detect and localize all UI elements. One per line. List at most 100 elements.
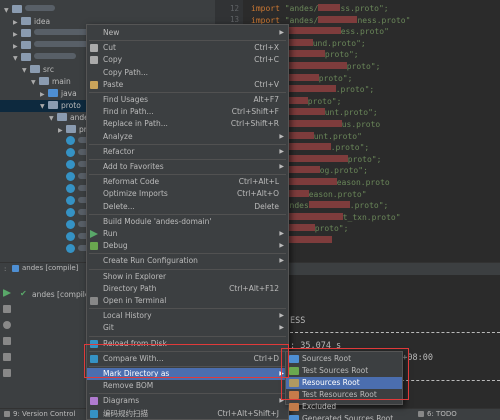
submenu-arrow-icon: ▶ xyxy=(279,230,284,237)
menu-item-label: Run xyxy=(103,229,118,238)
folder-icon xyxy=(289,379,299,387)
menu-item-find-usages[interactable]: Find Usages Alt+F7 xyxy=(87,94,288,106)
submenu-item-excluded[interactable]: Excluded xyxy=(286,401,402,413)
paste-icon xyxy=(90,80,98,89)
string-literal: ess.proto" xyxy=(340,27,389,37)
menu-item-run[interactable]: Run ▶ xyxy=(87,228,288,240)
menu-item-build-module-andes-domain[interactable]: Build Module 'andes-domain' xyxy=(87,216,288,228)
menu-item-find-in-path[interactable]: Find in Path... Ctrl+Shift+F xyxy=(87,106,288,118)
string-literal: og.proto"; xyxy=(319,166,368,176)
run-tree-item[interactable]: andes [compile] xyxy=(32,290,92,299)
submenu-arrow-icon: ▶ xyxy=(279,163,284,170)
string-literal: eason.proto xyxy=(336,178,390,187)
redacted-text xyxy=(284,236,332,243)
redacted-text xyxy=(318,4,341,11)
menu-separator xyxy=(89,213,286,215)
run-tab-label[interactable]: andes [compile] xyxy=(22,264,78,272)
mark-directory-submenu[interactable]: Sources Root Test Sources Root Resources R… xyxy=(285,351,403,420)
folder-icon xyxy=(57,113,67,121)
submenu-item-label: Resources Root xyxy=(302,378,360,387)
menu-item-reformat-code[interactable]: Reformat Code Ctrl+Alt+L xyxy=(87,176,288,188)
redacted-text xyxy=(284,143,331,151)
submenu-item-test-resources-root[interactable]: Test Resources Root xyxy=(286,389,402,401)
rerun-icon[interactable] xyxy=(3,289,11,297)
menu-item-diagrams[interactable]: Diagrams ▶ xyxy=(87,395,288,407)
menu-separator xyxy=(89,268,286,270)
string-literal: ss.proto"; xyxy=(340,4,389,13)
redacted-text xyxy=(284,212,343,220)
menu-item-remove-bom[interactable]: Remove BOM xyxy=(87,380,288,392)
submenu-item-sources-root[interactable]: Sources Root xyxy=(286,353,402,365)
success-check-icon: ✔ xyxy=(20,289,27,298)
string-literal: unt.proto"; xyxy=(324,108,378,118)
menu-item-label: Cut xyxy=(103,43,116,53)
string-literal: proto"; xyxy=(307,96,342,106)
menu-item-new[interactable]: New ▶ xyxy=(87,27,288,39)
menu-item-delete[interactable]: Delete... Delete xyxy=(87,201,288,213)
layout-icon[interactable] xyxy=(3,353,11,361)
submenu-arrow-icon: ▶ xyxy=(279,242,284,250)
submenu-item-test-sources-root[interactable]: Test Sources Root xyxy=(286,365,402,377)
folder-icon xyxy=(21,17,31,25)
menu-item-cut[interactable]: Cut Ctrl+X xyxy=(87,42,288,54)
menu-item-analyze[interactable]: Analyze ▶ xyxy=(87,131,288,143)
stop-icon[interactable] xyxy=(3,305,11,313)
class-icon xyxy=(66,220,75,229)
string-literal: proto"; xyxy=(314,224,349,234)
menu-item-replace-in-path[interactable]: Replace in Path... Ctrl+Shift+R xyxy=(87,118,288,130)
menu-item-label: Git xyxy=(103,323,114,333)
scan-icon xyxy=(90,409,98,418)
pin-icon[interactable] xyxy=(3,337,11,345)
filter-icon[interactable] xyxy=(3,369,11,377)
folder-icon xyxy=(289,391,299,399)
menu-item-compare-with[interactable]: Compare With... Ctrl+D xyxy=(87,353,288,365)
folder-icon xyxy=(30,65,40,73)
menu-item-create-run-configuration[interactable]: Create Run Configuration ▶ xyxy=(87,255,288,267)
todo-tab[interactable]: 6: TODO xyxy=(427,410,457,418)
menu-separator xyxy=(89,159,286,160)
context-menu[interactable]: New ▶ Cut Ctrl+X Copy Ctrl+C Copy Path... Paste… xyxy=(86,24,289,420)
reload-icon xyxy=(90,339,98,348)
menu-item-label: Build Module 'andes-domain' xyxy=(103,216,212,226)
menu-item-label: Create Run Configuration xyxy=(103,256,198,266)
redacted-text xyxy=(308,201,350,209)
menu-item-copy-path[interactable]: Copy Path... xyxy=(87,67,288,79)
menu-item-debug[interactable]: Debug ▶ xyxy=(87,240,288,252)
menu-item-mark-directory-as[interactable]: Mark Directory as ▶ xyxy=(87,368,288,380)
menu-item-label: Local History xyxy=(103,311,152,321)
menu-item-label: Find Usages xyxy=(103,95,149,104)
class-icon xyxy=(66,244,75,253)
redacted-text xyxy=(318,15,358,23)
menu-item-label: Show in Explorer xyxy=(103,271,167,281)
menu-item-paste[interactable]: Paste Ctrl+V xyxy=(87,79,288,91)
run-toolbar xyxy=(0,275,14,408)
menu-item-directory-path[interactable]: Directory Path Ctrl+Alt+F12 xyxy=(87,283,288,295)
menu-item-copy[interactable]: Copy Ctrl+C xyxy=(87,54,288,66)
console-line: ESS xyxy=(290,316,306,326)
menu-item-label: Delete... xyxy=(103,201,135,211)
menu-item-git[interactable]: Git ▶ xyxy=(87,322,288,334)
menu-item-label: Find in Path... xyxy=(103,107,154,117)
version-control-tab[interactable]: 9: Version Control xyxy=(13,410,75,418)
menu-item-item-41[interactable]: 编码规约扫描 Ctrl+Alt+Shift+J xyxy=(87,408,288,420)
submenu-arrow-icon: ▶ xyxy=(279,147,284,155)
class-icon xyxy=(66,148,75,157)
redacted-text xyxy=(34,29,90,35)
settings-icon[interactable] xyxy=(3,321,11,329)
class-icon xyxy=(66,136,75,145)
submenu-item-generated-sources-root[interactable]: Generated Sources Root xyxy=(286,413,402,420)
redacted-text xyxy=(284,224,315,232)
menu-item-local-history[interactable]: Local History ▶ xyxy=(87,310,288,322)
tree-item[interactable]: ▼ xyxy=(0,4,215,16)
menu-item-label: Open in Terminal xyxy=(103,296,167,305)
folder-icon xyxy=(48,89,58,97)
submenu-item-resources-root[interactable]: Resources Root xyxy=(286,377,402,389)
menu-item-add-to-favorites[interactable]: Add to Favorites ▶ xyxy=(87,161,288,173)
menu-item-reload-from-disk[interactable]: Reload from Disk xyxy=(87,338,288,350)
menu-item-refactor[interactable]: Refactor ▶ xyxy=(87,146,288,158)
folder-icon xyxy=(12,5,22,13)
class-icon xyxy=(66,184,75,193)
menu-item-optimize-imports[interactable]: Optimize Imports Ctrl+Alt+O xyxy=(87,188,288,200)
menu-item-show-in-explorer[interactable]: Show in Explorer xyxy=(87,271,288,283)
menu-item-open-in-terminal[interactable]: Open in Terminal xyxy=(87,295,288,307)
